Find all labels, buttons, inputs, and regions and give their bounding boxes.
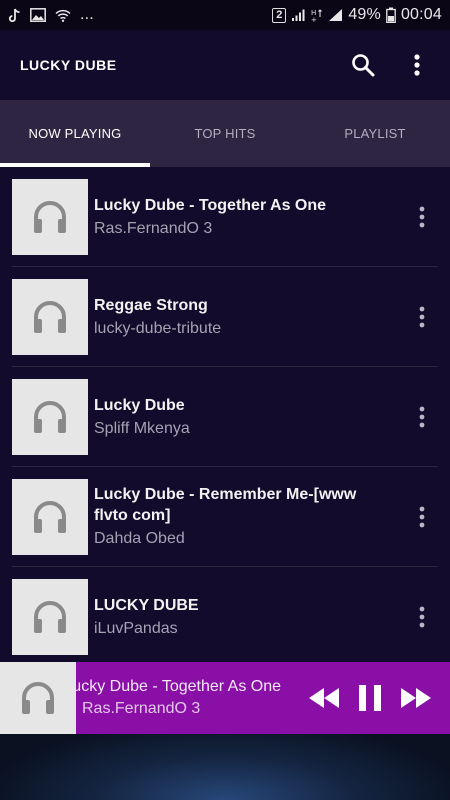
clock: 00:04: [400, 6, 442, 23]
headphones-icon: [34, 601, 66, 633]
track-row[interactable]: Lucky Dube - Together As One Ras.Fernand…: [0, 167, 450, 267]
track-list: Lucky Dube - Together As One Ras.Fernand…: [0, 167, 450, 662]
signal-icon: [291, 8, 306, 22]
app-title: LUCKY DUBE: [20, 57, 117, 73]
pause-icon: [359, 685, 381, 711]
svg-text:+: +: [311, 16, 317, 23]
app-bar: LUCKY DUBE: [0, 30, 450, 100]
overflow-menu-button[interactable]: [404, 50, 430, 80]
track-thumbnail: [12, 179, 88, 255]
player-thumbnail: [0, 662, 76, 734]
headphones-icon: [34, 201, 66, 233]
more-notifications-text: ...: [80, 6, 94, 23]
more-vert-icon: [419, 206, 425, 228]
data-icon: H +: [311, 8, 323, 23]
track-menu-button[interactable]: [414, 302, 430, 332]
track-menu-button[interactable]: [414, 202, 430, 232]
player-controls: [308, 684, 450, 712]
signal-icon-2: [328, 8, 343, 22]
fast-forward-button[interactable]: [400, 687, 432, 709]
track-uploader: Ras.FernandO 3: [94, 219, 213, 237]
fast-forward-icon: [401, 688, 431, 708]
track-row[interactable]: Lucky Dube Spliff Mkenya: [0, 367, 450, 467]
rewind-icon: [309, 688, 339, 708]
player-track-uploader: Ras.FernandO 3: [82, 700, 201, 717]
image-icon: [30, 8, 46, 22]
sim-badge: 2: [272, 7, 287, 23]
track-title: Lucky Dube - Together As One: [94, 196, 327, 214]
more-vert-icon: [419, 306, 425, 328]
battery-icon: [386, 7, 396, 23]
track-text: Lucky Dube - Remember Me-[www flvto com]…: [94, 484, 394, 550]
more-vert-icon: [419, 606, 425, 628]
headphones-icon: [34, 401, 66, 433]
notification-icons: ...: [8, 6, 94, 24]
pause-button[interactable]: [358, 684, 382, 712]
track-thumbnail: [12, 279, 88, 355]
rewind-button[interactable]: [308, 687, 340, 709]
battery-percent: 49%: [348, 6, 381, 23]
track-title: Lucky Dube: [94, 396, 185, 414]
track-text: Lucky Dube - Together As One Ras.Fernand…: [94, 195, 394, 240]
track-menu-button[interactable]: [414, 602, 430, 632]
track-uploader: Spliff Mkenya: [94, 419, 190, 437]
headphones-icon: [34, 301, 66, 333]
more-vert-icon: [414, 54, 420, 76]
track-text: LUCKY DUBE iLuvPandas: [94, 595, 394, 640]
tab-playlist[interactable]: PLAYLIST: [300, 100, 450, 167]
track-uploader: lucky-dube-tribute: [94, 319, 222, 337]
track-text: Lucky Dube Spliff Mkenya: [94, 395, 394, 440]
track-thumbnail: [12, 379, 88, 455]
player-track-title: Lucky Dube - Together As One: [76, 678, 281, 695]
background-gradient: [0, 734, 450, 800]
status-bar: ... 2 H + 49% 00:04: [0, 0, 450, 30]
track-menu-button[interactable]: [414, 502, 430, 532]
track-uploader: Dahda Obed: [94, 530, 185, 547]
track-title: Lucky Dube - Remember Me-[www flvto com]: [94, 486, 357, 524]
more-vert-icon: [419, 406, 425, 428]
track-uploader: iLuvPandas: [94, 619, 178, 637]
track-text: Reggae Strong lucky-dube-tribute: [94, 295, 394, 340]
player-text: Lucky Dube - Together As One Ras.Fernand…: [76, 676, 281, 720]
headphones-icon: [34, 501, 66, 533]
app-bar-actions: [350, 50, 430, 80]
track-row[interactable]: Lucky Dube - Remember Me-[www flvto com]…: [0, 467, 450, 567]
track-row[interactable]: LUCKY DUBE iLuvPandas: [0, 567, 450, 662]
track-title: Reggae Strong: [94, 296, 208, 314]
search-icon: [352, 54, 375, 77]
tab-top-hits[interactable]: TOP HITS: [150, 100, 300, 167]
tab-now-playing[interactable]: NOW PLAYING: [0, 100, 150, 167]
wifi-icon: [55, 9, 71, 22]
search-button[interactable]: [350, 50, 376, 80]
track-thumbnail: [12, 479, 88, 555]
track-thumbnail: [12, 579, 88, 655]
tab-bar: NOW PLAYING TOP HITS PLAYLIST: [0, 100, 450, 167]
headphones-icon: [22, 682, 54, 714]
track-title: LUCKY DUBE: [94, 596, 199, 614]
more-vert-icon: [419, 506, 425, 528]
mini-player[interactable]: Lucky Dube - Together As One Ras.Fernand…: [0, 662, 450, 734]
system-icons: 2 H + 49% 00:04: [272, 6, 442, 24]
tiktok-icon: [8, 8, 21, 23]
track-menu-button[interactable]: [414, 402, 430, 432]
track-row[interactable]: Reggae Strong lucky-dube-tribute: [0, 267, 450, 367]
